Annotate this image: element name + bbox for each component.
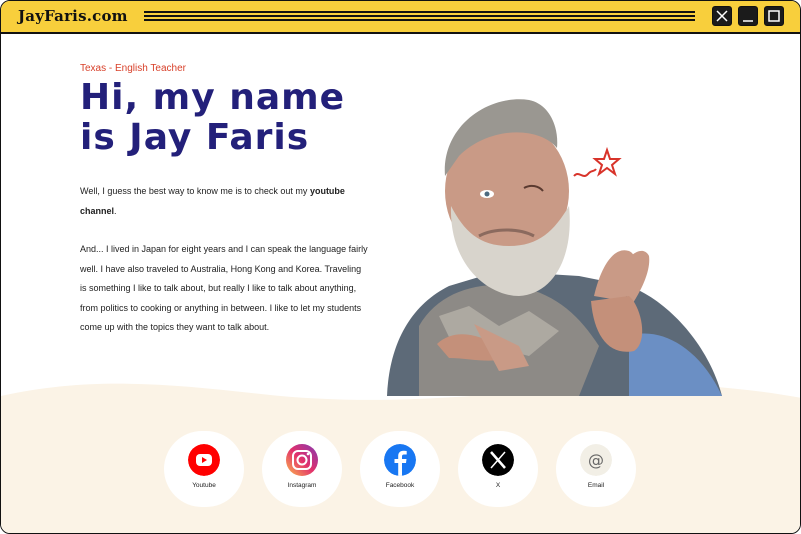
youtube-label: Youtube	[192, 482, 216, 489]
intro-end: .	[114, 205, 117, 216]
maximize-button[interactable]	[764, 6, 784, 26]
close-button[interactable]	[712, 6, 732, 26]
facebook-label: Facebook	[385, 482, 415, 489]
close-icon	[716, 10, 728, 22]
email-label: Email	[587, 482, 605, 489]
hero-subtitle: Texas - English Teacher	[80, 63, 186, 74]
title-bar-stripes	[144, 11, 695, 21]
email-link[interactable]: @ Email	[556, 431, 636, 507]
instagram-link[interactable]: Instagram	[262, 431, 342, 507]
bio-paragraph: And... I lived in Japan for eight years …	[80, 244, 368, 332]
email-icon: @	[580, 444, 612, 476]
maximize-icon	[768, 10, 780, 22]
minimize-button[interactable]	[738, 6, 758, 26]
x-icon	[482, 444, 514, 476]
intro-paragraph: Well, I guess the best way to know me is…	[80, 182, 370, 221]
browser-window: JayFaris.com Texas - English Teacher Hi,…	[0, 0, 801, 534]
social-links: Youtube Instagram Facebook X @ Email	[164, 431, 644, 511]
page-content: Texas - English Teacher Hi, my name is J…	[1, 34, 800, 533]
x-link[interactable]: X	[458, 431, 538, 507]
minimize-icon	[743, 20, 753, 22]
instagram-label: Instagram	[287, 482, 317, 489]
svg-text:@: @	[588, 451, 604, 470]
facebook-link[interactable]: Facebook	[360, 431, 440, 507]
star-doodle-icon	[573, 146, 622, 177]
hero-headline: Hi, my name is Jay Faris	[80, 78, 400, 158]
intro-text: Well, I guess the best way to know me is…	[80, 186, 310, 196]
x-label: X	[495, 482, 501, 489]
site-logo[interactable]: JayFaris.com	[18, 7, 128, 25]
headline-line-1: Hi, my name	[80, 77, 346, 118]
youtube-link[interactable]: Youtube	[164, 431, 244, 507]
headline-line-2: is Jay Faris	[80, 117, 310, 158]
portrait-photo	[387, 99, 722, 396]
facebook-icon	[384, 444, 416, 476]
title-bar: JayFaris.com	[1, 1, 800, 34]
youtube-icon	[188, 444, 220, 476]
instagram-icon	[286, 444, 318, 476]
